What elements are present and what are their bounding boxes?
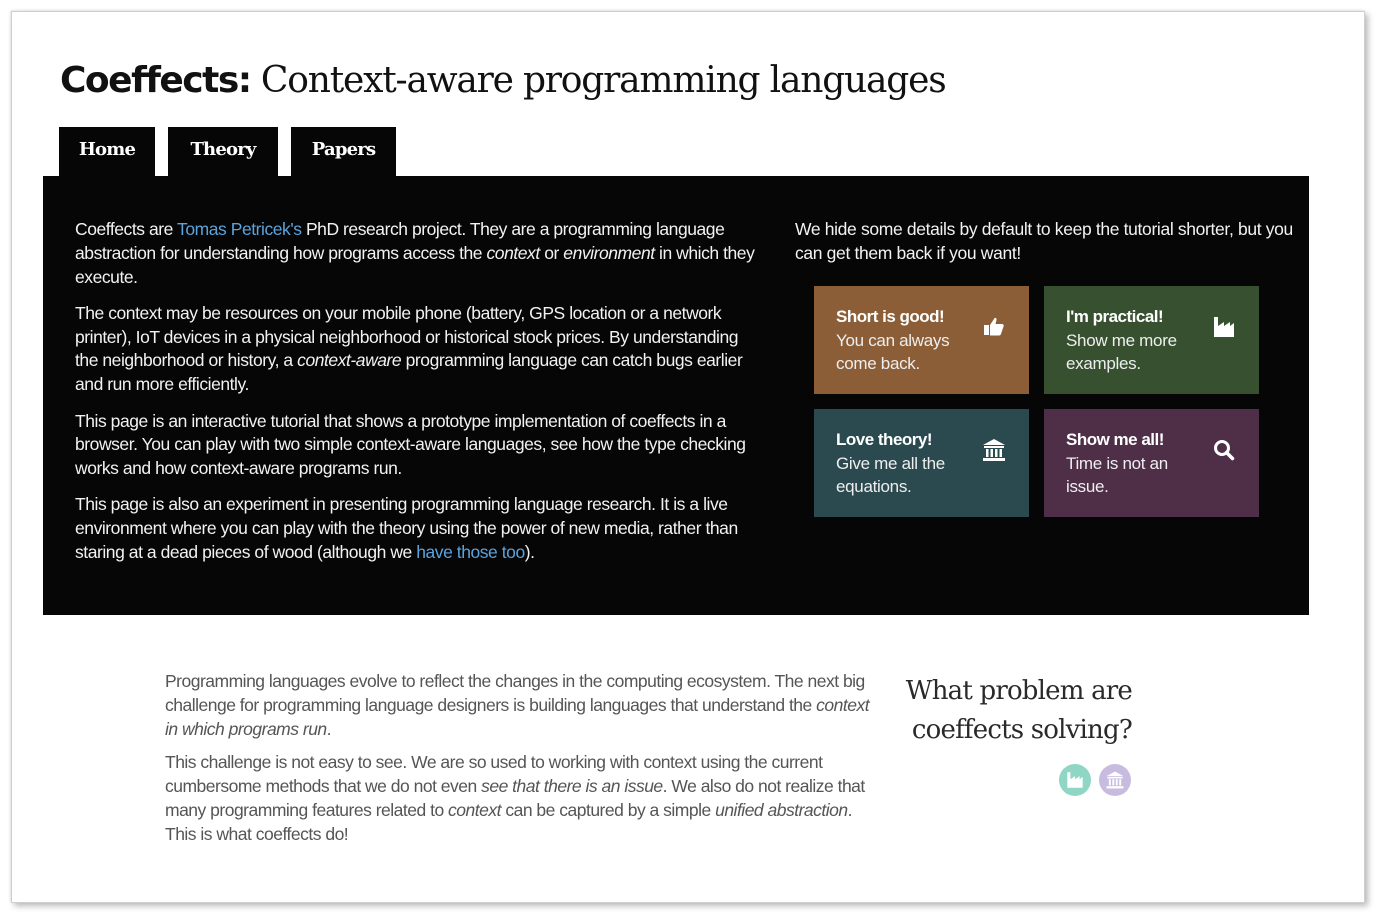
emphasis: context xyxy=(448,799,501,820)
title-rest: Context-aware programming languages xyxy=(250,60,947,101)
tab-bar: Home Theory Papers xyxy=(59,127,396,176)
factory-icon[interactable] xyxy=(1059,764,1091,796)
factory-icon xyxy=(1211,314,1237,340)
emphasis: context xyxy=(486,242,541,263)
institution-icon[interactable] xyxy=(1099,764,1131,796)
emphasis: environment xyxy=(563,242,655,263)
search-icon xyxy=(1211,437,1237,463)
tab-home[interactable]: Home xyxy=(59,127,155,176)
problem-section: Programming languages evolve to reflect … xyxy=(165,670,877,857)
option-practical[interactable]: I'm practical! Show me more examples. xyxy=(1044,286,1259,394)
option-heading: Short is good! xyxy=(836,307,945,326)
page-title: Coeffects: Context-aware programming lan… xyxy=(60,60,947,101)
hero-intro: Coeffects are Tomas Petricek's PhD resea… xyxy=(75,218,765,577)
text: . xyxy=(326,718,332,739)
option-heading: I'm practical! xyxy=(1066,307,1164,326)
thumbs-up-icon xyxy=(981,314,1007,340)
hero-paragraph-3: This page is an interactive tutorial tha… xyxy=(75,410,746,479)
section-tag-icons xyxy=(1059,764,1131,796)
text: ). xyxy=(524,542,535,563)
emphasis: see that there is an issue xyxy=(481,776,663,797)
option-heading: Love theory! xyxy=(836,430,933,449)
hero-panel: Coeffects are Tomas Petricek's PhD resea… xyxy=(43,176,1309,615)
option-short[interactable]: Short is good! You can always come back. xyxy=(814,286,1029,394)
text: This page is also an experiment in prese… xyxy=(75,494,738,563)
text: Coeffects are xyxy=(75,219,178,239)
text: or xyxy=(539,242,564,263)
text: Programming languages evolve to reflect … xyxy=(165,671,865,715)
tab-theory[interactable]: Theory xyxy=(168,127,278,176)
hero-paragraph-2: The context may be resources on your mob… xyxy=(75,302,765,397)
hero-paragraph-1: Coeffects are Tomas Petricek's PhD resea… xyxy=(75,218,765,289)
institution-icon xyxy=(981,437,1007,463)
option-theory[interactable]: Love theory! Give me all the equations. xyxy=(814,409,1029,517)
problem-paragraph-1: Programming languages evolve to reflect … xyxy=(165,670,877,741)
text: can be captured by a simple xyxy=(500,799,716,820)
papers-link[interactable]: have those too xyxy=(416,542,525,562)
hero-paragraph-4: This page is also an experiment in prese… xyxy=(75,493,765,564)
option-show-all[interactable]: Show me all! Time is not an issue. xyxy=(1044,409,1259,517)
option-text: Time is not an issue. xyxy=(1066,453,1168,497)
tab-papers[interactable]: Papers xyxy=(291,127,396,176)
section-heading: What problem are coeffects solving? xyxy=(905,676,1133,745)
author-link[interactable]: Tomas Petricek's xyxy=(177,219,302,239)
emphasis: unified abstraction xyxy=(715,799,848,820)
detail-options-intro: We hide some details by default to keep … xyxy=(795,219,1293,263)
problem-paragraph-2: This challenge is not easy to see. We ar… xyxy=(165,751,877,846)
title-bold: Coeffects: xyxy=(60,60,252,101)
option-text: You can always come back. xyxy=(836,330,950,374)
option-text: Show me more examples. xyxy=(1066,330,1177,374)
option-text: Give me all the equations. xyxy=(836,453,945,497)
option-heading: Show me all! xyxy=(1066,430,1164,449)
emphasis: context-aware xyxy=(297,350,402,371)
